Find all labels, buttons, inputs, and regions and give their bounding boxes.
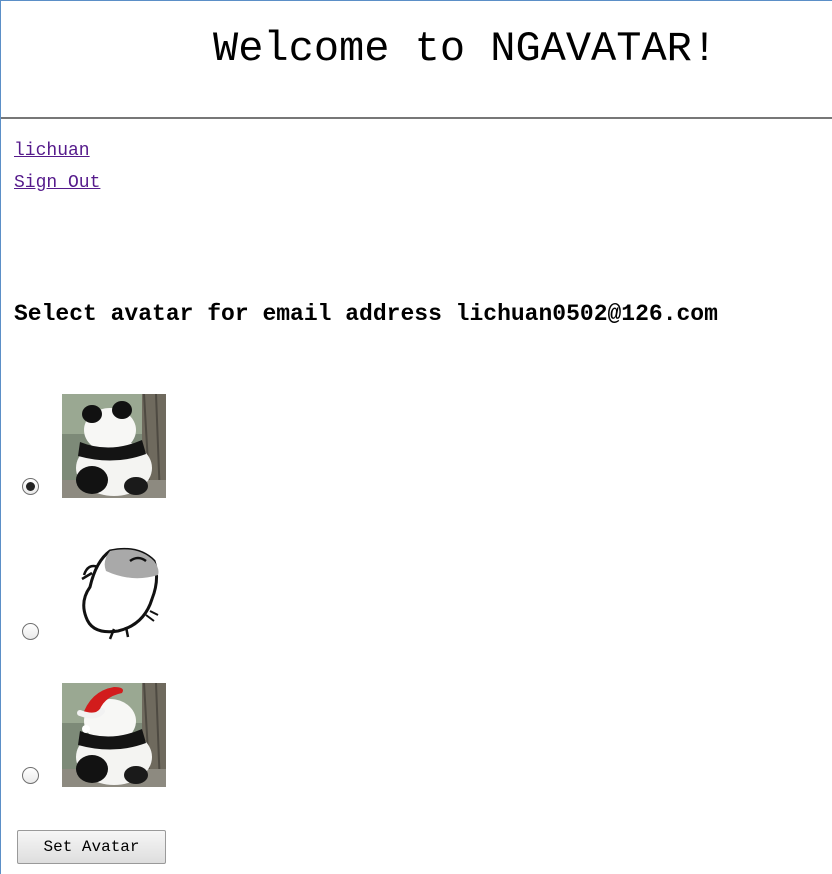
select-avatar-prompt: Select avatar for email address lichuan0… — [14, 301, 718, 327]
user-link[interactable]: lichuan — [14, 138, 90, 164]
page-frame: Welcome to NGAVATAR! lichuan Sign Out Se… — [0, 0, 832, 874]
panda-santa-hat-avatar-icon[interactable] — [62, 683, 166, 787]
cartoon-chick-avatar-icon[interactable] — [62, 539, 166, 643]
avatar-radio-3[interactable] — [22, 767, 39, 784]
avatar-radio-1[interactable] — [22, 478, 39, 495]
header-divider — [1, 117, 832, 119]
panda-avatar-icon[interactable] — [62, 394, 166, 498]
page-title: Welcome to NGAVATAR! — [213, 25, 718, 73]
set-avatar-button[interactable]: Set Avatar — [17, 830, 166, 864]
avatar-radio-2[interactable] — [22, 623, 39, 640]
sign-out-link[interactable]: Sign Out — [14, 170, 100, 196]
